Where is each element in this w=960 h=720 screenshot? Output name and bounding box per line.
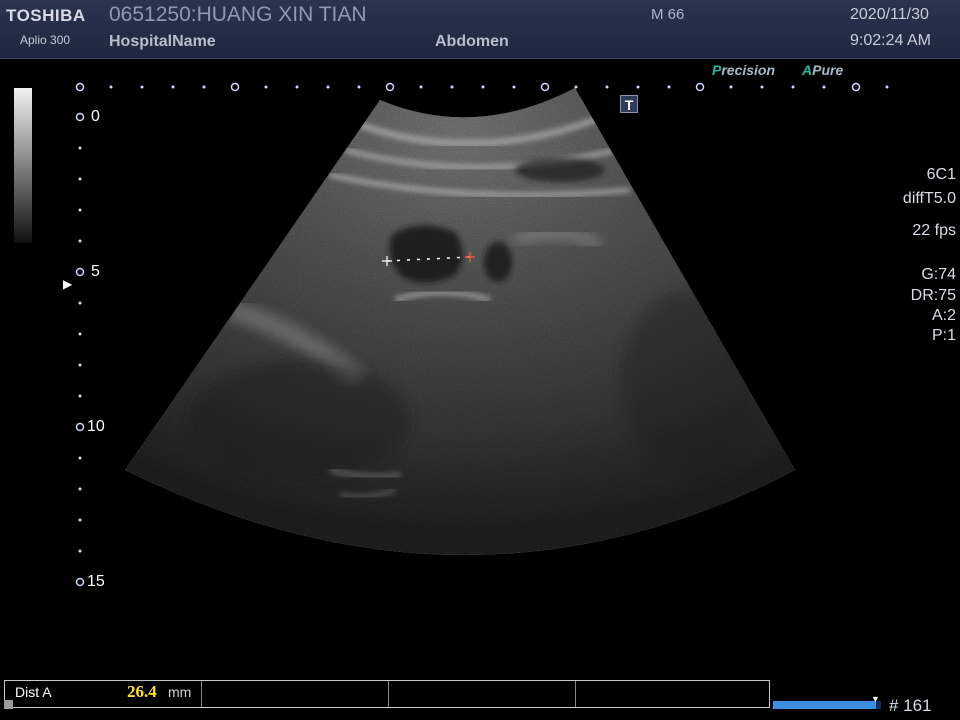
cine-position-icon: ▼ — [871, 694, 880, 704]
lateral-scale — [75, 82, 889, 92]
corner-marker-icon — [4, 700, 13, 709]
measurement-bar: Dist A 26.4 mm — [4, 680, 770, 708]
t-marker-icon: T — [620, 95, 638, 113]
depth-label-15: 15 — [87, 573, 105, 590]
filter-label: diffT5.0 — [902, 190, 956, 207]
probe-label: 6C1 — [926, 166, 956, 183]
frame-number: # 161 — [889, 696, 932, 715]
gain-label: G:74 — [921, 266, 956, 283]
p-param-label: P:1 — [931, 327, 956, 344]
depth-label-0: 0 — [91, 108, 100, 125]
fps-label: 22 fps — [912, 222, 956, 239]
a-param-label: A:2 — [931, 307, 956, 324]
dynamic-range-label: DR:75 — [910, 287, 956, 304]
depth-label-5: 5 — [91, 263, 100, 280]
depth-label-10: 10 — [87, 418, 105, 435]
measurement-cell-divider — [201, 681, 202, 707]
ultrasound-image — [75, 82, 889, 587]
measurement-label: Dist A — [15, 684, 52, 700]
measurement-cell-divider — [575, 681, 576, 707]
measurement-cell-divider — [388, 681, 389, 707]
cine-progress-fill — [773, 701, 876, 709]
depth-scale — [75, 112, 85, 587]
focus-marker-icon: ▶ — [63, 277, 73, 291]
measurement-value: 26.4 — [127, 682, 157, 701]
cine-progress-bar[interactable] — [773, 701, 881, 709]
measurement-unit: mm — [168, 684, 192, 700]
